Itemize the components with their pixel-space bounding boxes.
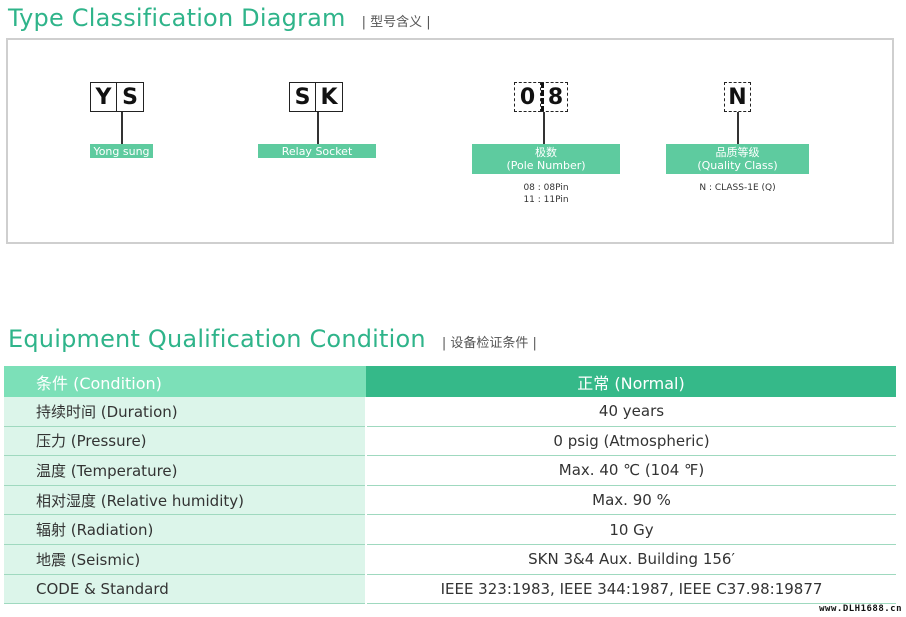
code-letter: K (316, 82, 343, 112)
label-text: (Pole Number) (506, 159, 586, 172)
code-letter: 0 (514, 82, 541, 112)
code-letter: Y (90, 82, 117, 112)
label-pole-number: 极数 (Pole Number) (472, 144, 620, 174)
connector-line (543, 112, 545, 145)
value-cell: 40 years (366, 397, 896, 427)
qualification-title: Equipment Qualification Condition (8, 325, 426, 353)
table-row: CODE & Standard IEEE 323:1983, IEEE 344:… (4, 574, 896, 605)
value-cell: 10 Gy (366, 514, 896, 545)
type-diagram-heading: Type Classification Diagram | 型号含义 | (8, 4, 431, 32)
connector-line (121, 112, 123, 145)
condition-cell: 相对湿度 (Relative humidity) (4, 485, 367, 516)
table-row: 压力 (Pressure) 0 psig (Atmospheric) (4, 426, 896, 457)
code-letter: S (117, 82, 144, 112)
code-group-n: N (724, 82, 751, 112)
condition-cell: 压力 (Pressure) (4, 426, 367, 457)
value-cell: Max. 90 % (366, 485, 896, 516)
table-row: 地震 (Seismic) SKN 3&4 Aux. Building 156′ (4, 544, 896, 575)
header-condition: 条件 (Condition) (4, 366, 366, 397)
code-letter: N (724, 82, 751, 112)
label-text: Relay Socket (281, 144, 353, 158)
table-row: 相对湿度 (Relative humidity) Max. 90 % (4, 485, 896, 516)
table-row: 持续时间 (Duration) 40 years (4, 397, 896, 427)
qualification-subtitle: | 设备检证条件 | (441, 336, 537, 351)
table-header-row: 条件 (Condition) 正常 (Normal) (4, 366, 896, 397)
value-cell: IEEE 323:1983, IEEE 344:1987, IEEE C37.9… (366, 574, 896, 605)
pole-number-note: 08 : 08Pin 11 : 11Pin (472, 182, 620, 206)
value-cell: 0 psig (Atmospheric) (366, 426, 896, 457)
label-yong-sung: Yong sung (90, 144, 153, 158)
condition-cell: 辐射 (Radiation) (4, 514, 367, 545)
note-line: 11 : 11Pin (523, 195, 569, 205)
quality-class-note: N : CLASS-1E (Q) (666, 182, 809, 194)
label-text: Yong sung (93, 144, 150, 158)
connector-line (737, 112, 739, 145)
label-text: 极数 (535, 146, 557, 159)
type-diagram-box: Y S Yong sung S K Relay Socket 0 8 极数 (P… (6, 38, 894, 244)
label-text: (Quality Class) (697, 159, 778, 172)
header-normal: 正常 (Normal) (366, 366, 896, 397)
condition-cell: 持续时间 (Duration) (4, 397, 367, 427)
condition-cell: CODE & Standard (4, 574, 367, 605)
label-text: 品质等级 (715, 146, 760, 159)
value-cell: SKN 3&4 Aux. Building 156′ (366, 544, 896, 575)
code-letter: S (289, 82, 316, 112)
condition-cell: 地震 (Seismic) (4, 544, 367, 575)
value-cell: Max. 40 ℃ (104 ℉) (366, 455, 896, 486)
code-group-ys: Y S (90, 82, 144, 112)
table-row: 辐射 (Radiation) 10 Gy (4, 514, 896, 545)
type-diagram-title: Type Classification Diagram (8, 4, 346, 32)
watermark-text: www.DLH1688.cn (819, 604, 902, 614)
code-group-sk: S K (289, 82, 343, 112)
code-group-08: 0 8 (514, 82, 568, 112)
code-letter: 8 (541, 82, 568, 112)
label-quality-class: 品质等级 (Quality Class) (666, 144, 809, 174)
connector-line (317, 112, 319, 145)
note-line: 08 : 08Pin (523, 183, 569, 193)
table-row: 温度 (Temperature) Max. 40 ℃ (104 ℉) (4, 455, 896, 486)
qualification-heading: Equipment Qualification Condition | 设备检证… (8, 325, 537, 353)
type-diagram-subtitle: | 型号含义 | (361, 15, 431, 30)
qualification-table: 条件 (Condition) 正常 (Normal) 持续时间 (Duratio… (4, 366, 896, 605)
label-relay-socket: Relay Socket (258, 144, 376, 158)
condition-cell: 温度 (Temperature) (4, 455, 367, 486)
note-line: N : CLASS-1E (Q) (699, 183, 776, 193)
